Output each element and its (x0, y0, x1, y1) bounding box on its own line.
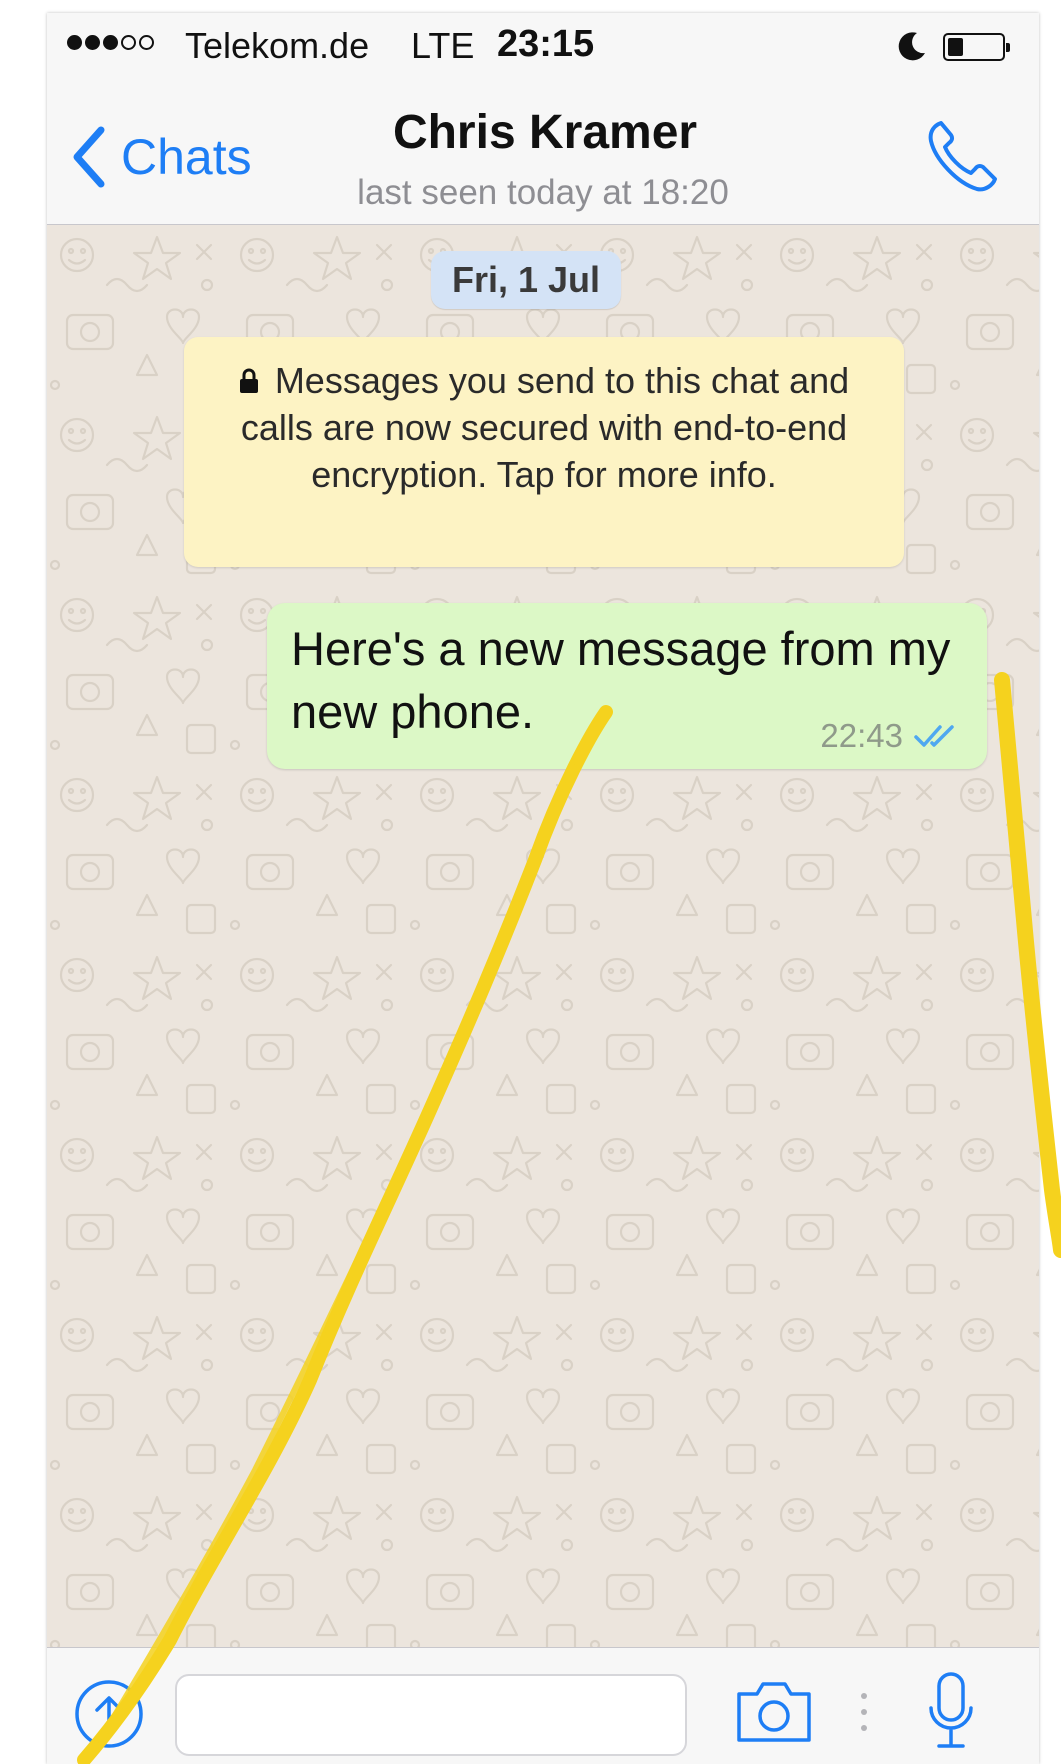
date-divider: Fri, 1 Jul (431, 251, 621, 309)
status-time: 23:15 (497, 23, 595, 65)
carrier-name: Telekom.de (185, 25, 370, 66)
status-bar: Telekom.de LTE 23:15 (47, 13, 1039, 73)
lock-icon (239, 368, 258, 393)
battery-tip (1006, 43, 1010, 52)
camera-icon[interactable] (733, 1678, 815, 1744)
signal-dot (103, 35, 118, 50)
encryption-notice[interactable]: Messages you send to this chat and calls… (184, 337, 904, 567)
signal-dot (67, 35, 82, 50)
signal-dot (85, 35, 100, 50)
message-input[interactable] (175, 1674, 687, 1756)
signal-strength-icon (67, 35, 154, 50)
phone-screen: Telekom.de LTE 23:15 Chats Chris Kramer … (47, 13, 1039, 1764)
message-meta: 22:43 (820, 717, 961, 755)
battery-icon (943, 33, 1010, 61)
contact-last-seen: last seen today at 18:20 (357, 173, 729, 212)
phone-icon[interactable] (923, 115, 1005, 197)
share-arrow-icon[interactable] (73, 1678, 145, 1750)
chat-area[interactable]: Fri, 1 Jul Messages you send to this cha… (47, 225, 1039, 1647)
nav-bar: Chats Chris Kramer last seen today at 18… (47, 73, 1039, 225)
signal-dot (121, 35, 136, 50)
encryption-notice-text: Messages you send to this chat and calls… (240, 360, 850, 495)
separator-dots (861, 1693, 867, 1731)
contact-name[interactable]: Chris Kramer (47, 105, 1039, 160)
outgoing-message-bubble[interactable]: Here's a new message from my new phone. … (267, 603, 987, 769)
microphone-icon[interactable] (927, 1670, 975, 1754)
input-bar (47, 1647, 1039, 1764)
battery-fill (948, 38, 963, 56)
message-time: 22:43 (820, 717, 903, 754)
double-check-icon (914, 725, 954, 747)
signal-dot (139, 35, 154, 50)
moon-icon (898, 32, 925, 61)
network-type: LTE (411, 25, 475, 66)
